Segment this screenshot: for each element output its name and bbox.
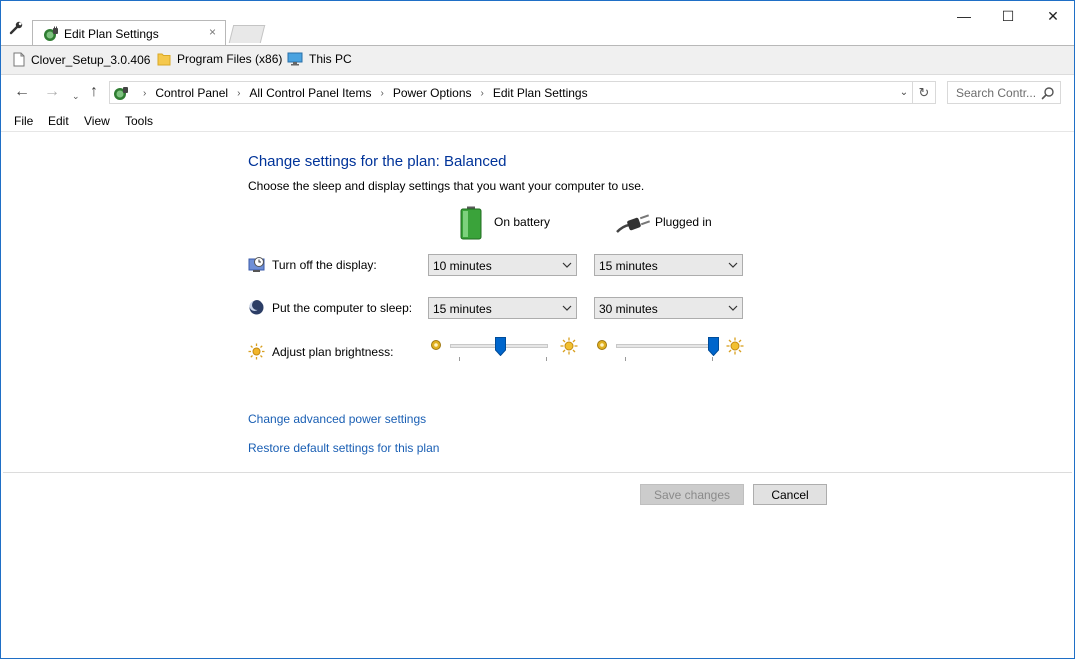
menu-tools[interactable]: Tools — [125, 114, 153, 128]
sleep-setting-label: Put the computer to sleep: — [272, 301, 413, 315]
search-icon[interactable] — [1041, 86, 1055, 100]
brightness-plugged-slider-group — [596, 336, 746, 364]
breadcrumb-control-panel[interactable]: Control Panel — [155, 86, 228, 100]
cancel-button[interactable]: Cancel — [753, 484, 827, 505]
favorite-label: This PC — [309, 52, 352, 66]
brightness-icon — [248, 343, 265, 360]
bright-brightness-icon — [560, 337, 578, 355]
folder-icon — [157, 53, 171, 66]
breadcrumb-separator[interactable]: › — [143, 88, 146, 99]
close-window-button[interactable]: ✕ — [1033, 5, 1073, 27]
brightness-battery-slider[interactable] — [495, 337, 506, 356]
chevron-down-icon — [562, 262, 572, 268]
breadcrumb-separator[interactable]: › — [237, 88, 240, 99]
breadcrumb-separator[interactable]: › — [481, 88, 484, 99]
page-title: Change settings for the plan: Balanced — [248, 153, 507, 170]
slider-tick — [712, 357, 713, 361]
breadcrumb-power-options[interactable]: Power Options — [393, 86, 472, 100]
tab-close-icon[interactable]: × — [209, 25, 216, 39]
breadcrumb: › Control Panel › All Control Panel Item… — [134, 86, 588, 100]
breadcrumb-edit-plan-settings[interactable]: Edit Plan Settings — [493, 86, 588, 100]
tab-edit-plan-settings[interactable]: Edit Plan Settings × — [32, 20, 226, 46]
breadcrumb-separator[interactable]: › — [380, 88, 383, 99]
control-panel-icon — [114, 87, 128, 100]
recent-locations-button[interactable]: ⌄ — [72, 87, 80, 105]
slider-tick — [546, 357, 547, 361]
favorite-clover-setup[interactable]: Clover_Setup_3.0.406 — [13, 52, 150, 67]
display-setting-label: Turn off the display: — [272, 258, 377, 272]
new-tab-button[interactable] — [228, 25, 266, 43]
advanced-power-settings-link[interactable]: Change advanced power settings — [248, 412, 426, 426]
refresh-button[interactable]: ↻ — [913, 81, 936, 104]
menu-file[interactable]: File — [14, 114, 33, 128]
address-history-dropdown[interactable]: ⌄ — [895, 81, 913, 104]
brightness-plugged-slider[interactable] — [708, 337, 719, 356]
favorite-this-pc[interactable]: This PC — [287, 52, 352, 66]
plug-icon — [616, 214, 651, 233]
brightness-battery-slider-group — [430, 336, 580, 364]
address-bar[interactable]: › Control Panel › All Control Panel Item… — [109, 81, 913, 104]
save-changes-button[interactable]: Save changes — [640, 484, 744, 505]
column-plugged-in: Plugged in — [655, 215, 712, 229]
display-battery-dropdown[interactable]: 10 minutes — [428, 254, 577, 276]
brightness-plugged-track[interactable] — [616, 344, 714, 348]
page-description: Choose the sleep and display settings th… — [248, 179, 645, 193]
menu-view[interactable]: View — [84, 114, 110, 128]
favorite-label: Clover_Setup_3.0.406 — [31, 52, 151, 67]
favorite-label: Program Files (x86) — [177, 52, 283, 66]
column-on-battery: On battery — [494, 215, 551, 229]
power-options-icon — [44, 26, 58, 41]
slider-tick — [459, 357, 460, 361]
sleep-battery-dropdown[interactable]: 15 minutes — [428, 297, 577, 319]
forward-button[interactable]: → — [44, 83, 60, 101]
chevron-down-icon — [728, 305, 738, 311]
slider-tick — [625, 357, 626, 361]
dropdown-value: 10 minutes — [433, 259, 492, 273]
maximize-button[interactable]: ☐ — [988, 5, 1028, 27]
up-button[interactable]: ↑ — [90, 83, 98, 101]
dropdown-value: 15 minutes — [599, 259, 658, 273]
breadcrumb-all-items[interactable]: All Control Panel Items — [249, 86, 371, 100]
menu-edit[interactable]: Edit — [48, 114, 69, 128]
chevron-down-icon — [728, 262, 738, 268]
computer-icon — [287, 52, 303, 66]
file-icon — [13, 52, 25, 67]
minimize-button[interactable]: — — [944, 5, 984, 27]
wrench-icon[interactable] — [9, 21, 23, 35]
display-plugged-dropdown[interactable]: 15 minutes — [594, 254, 743, 276]
menu-bar: File Edit View Tools — [1, 110, 1074, 132]
brightness-setting-label: Adjust plan brightness: — [272, 345, 394, 359]
chevron-down-icon — [562, 305, 572, 311]
dropdown-value: 30 minutes — [599, 302, 658, 316]
search-box[interactable]: Search Contr... — [947, 81, 1061, 104]
dim-brightness-icon — [431, 340, 441, 350]
restore-defaults-link[interactable]: Restore default settings for this plan — [248, 441, 439, 455]
back-button[interactable]: ← — [14, 83, 30, 101]
dim-brightness-icon — [597, 340, 607, 350]
title-bar: Edit Plan Settings × — ☐ ✕ — [1, 1, 1074, 46]
address-toolbar: ← → ⌄ ↑ › Control Panel › All Control Pa… — [1, 74, 1074, 110]
footer-divider — [3, 472, 1072, 473]
tab-title: Edit Plan Settings — [64, 27, 159, 41]
sleep-icon — [249, 300, 264, 315]
sleep-plugged-dropdown[interactable]: 30 minutes — [594, 297, 743, 319]
favorite-program-files[interactable]: Program Files (x86) — [157, 52, 282, 66]
explorer-window: Edit Plan Settings × — ☐ ✕ Clover_Setup_… — [0, 0, 1075, 659]
dropdown-value: 15 minutes — [433, 302, 492, 316]
bright-brightness-icon — [726, 337, 744, 355]
battery-icon — [460, 206, 482, 240]
favorites-bar: Clover_Setup_3.0.406 Program Files (x86)… — [1, 46, 1074, 74]
display-timer-icon — [248, 257, 265, 272]
search-input[interactable]: Search Contr... — [956, 86, 1036, 100]
